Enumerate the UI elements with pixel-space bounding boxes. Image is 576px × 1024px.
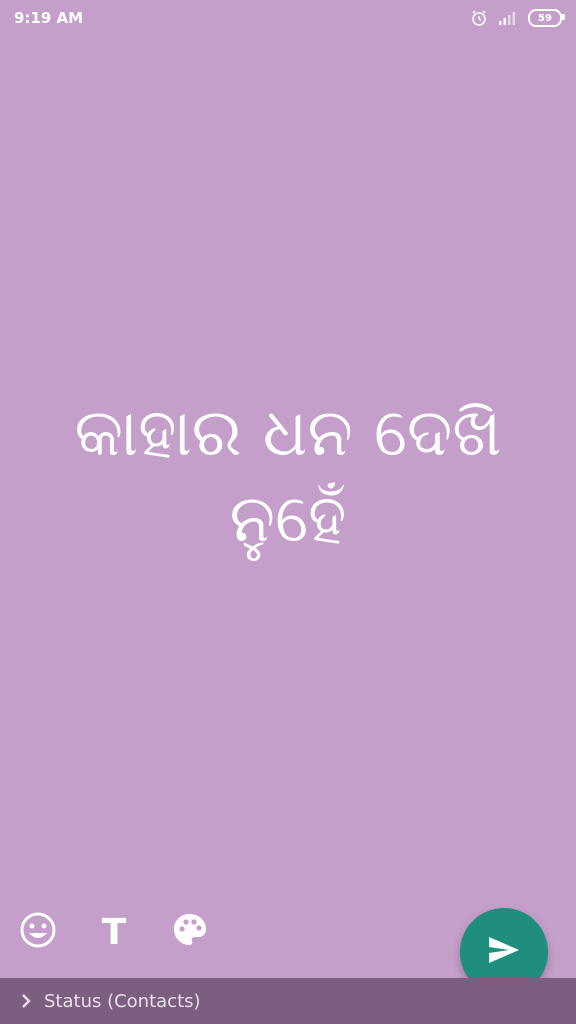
status-audience-bar[interactable]: Status (Contacts) (0, 978, 576, 1024)
status-bar: 9:19 AM 59 (0, 0, 576, 36)
status-text[interactable]: କାହାର ଧନ ଦେଖି ନୁହେଁ (40, 390, 536, 562)
send-icon (487, 935, 521, 969)
text-style-button[interactable]: T (90, 908, 138, 956)
palette-icon (170, 910, 210, 954)
text-icon: T (101, 911, 127, 953)
emoji-icon (18, 910, 58, 954)
status-icons: 59 (470, 9, 565, 27)
color-palette-button[interactable] (166, 908, 214, 956)
status-time: 9:19 AM (14, 9, 84, 27)
chevron-right-icon (20, 993, 32, 1009)
battery-level: 59 (538, 12, 552, 24)
alarm-icon (470, 9, 488, 27)
emoji-button[interactable] (14, 908, 62, 956)
battery-icon: 59 (528, 9, 565, 27)
signal-icon (498, 11, 518, 25)
status-audience-label: Status (Contacts) (44, 990, 201, 1012)
